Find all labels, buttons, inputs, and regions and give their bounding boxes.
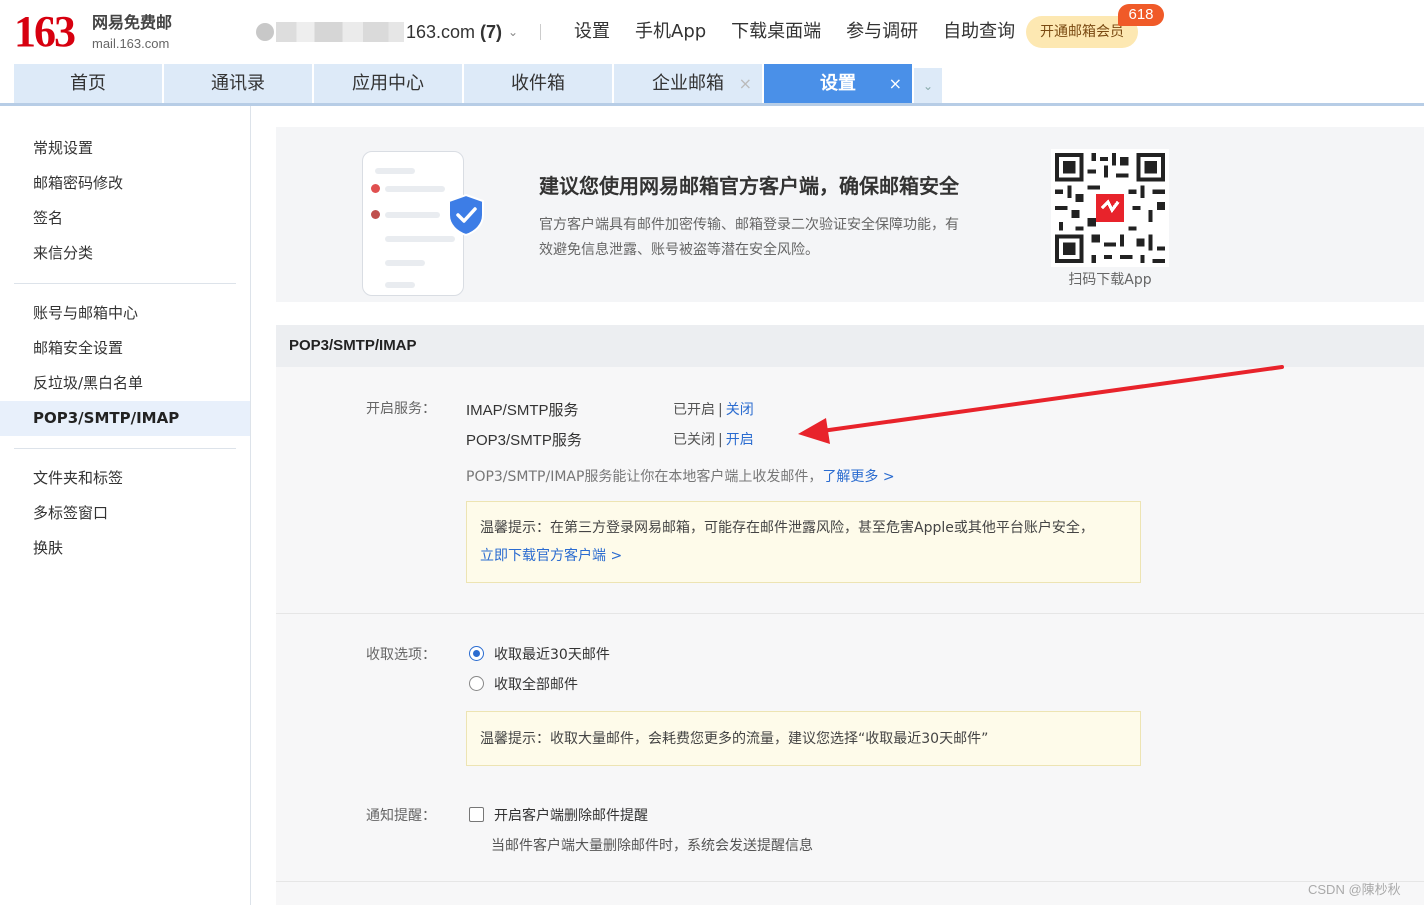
divider	[14, 448, 236, 449]
tab-label: 企业邮箱	[652, 73, 724, 94]
qr-code-image	[1051, 149, 1169, 267]
main-content: 建议您使用网易邮箱官方客户端，确保邮箱安全 官方客户端具有邮件加密传输、邮箱登录…	[276, 127, 1424, 905]
masked-account-name	[276, 22, 404, 42]
sidebar-item-spam[interactable]: 反垃圾/黑白名单	[0, 366, 250, 401]
sidebar-item-skin[interactable]: 换肤	[0, 531, 250, 566]
phone-line	[385, 186, 445, 192]
logo-text-cn: 网易免费邮	[92, 13, 173, 32]
top-header: 163 网易免费邮 mail.163.com 163.com (7) ⌄ 设置 …	[0, 0, 1424, 64]
account-switcher[interactable]: 163.com (7) ⌄	[256, 19, 542, 45]
close-icon[interactable]: ×	[739, 64, 752, 104]
sidebar-group-account: 账号与邮箱中心 邮箱安全设置 反垃圾/黑白名单 POP3/SMTP/IMAP	[0, 296, 250, 436]
client-promo-banner: 建议您使用网易邮箱官方客户端，确保邮箱安全 官方客户端具有邮件加密传输、邮箱登录…	[276, 127, 1424, 302]
pop3-service-name: POP3/SMTP服务	[466, 432, 582, 449]
tab-label: 通讯录	[211, 73, 265, 94]
nav-settings[interactable]: 设置	[574, 19, 610, 45]
tab-apps[interactable]: 应用中心	[314, 64, 462, 104]
tab-enterprise[interactable]: 企业邮箱 ×	[614, 64, 762, 104]
security-tip: 温馨提示：在第三方登录网易邮箱，可能存在邮件泄露风险，甚至危害Apple或其他平…	[466, 501, 1141, 583]
sidebar-item-multi-tab[interactable]: 多标签窗口	[0, 496, 250, 531]
phone-line	[385, 212, 440, 218]
tab-settings[interactable]: 设置 ×	[764, 64, 912, 104]
notify-option: 开启客户端删除邮件提醒	[494, 808, 648, 824]
promo-badge: 618	[1118, 4, 1164, 26]
sidebar-item-password[interactable]: 邮箱密码修改	[0, 166, 250, 201]
imap-service-status: 已开启 | 关闭	[673, 399, 754, 419]
account-domain: 163.com	[406, 21, 476, 42]
sidebar-item-folders[interactable]: 文件夹和标签	[0, 461, 250, 496]
pop3-service-status: 已关闭 | 开启	[673, 429, 754, 449]
learn-more-link[interactable]: 了解更多 >	[822, 469, 894, 485]
unread-count: (7)	[480, 21, 503, 42]
tab-label: 收件箱	[511, 73, 565, 94]
phone-line	[375, 168, 415, 174]
divider	[540, 24, 542, 40]
phone-avatar	[371, 210, 380, 219]
imap-toggle-link[interactable]: 关闭	[726, 402, 754, 418]
pop3-toggle-link[interactable]: 开启	[726, 432, 754, 448]
tip-text: 温馨提示：在第三方登录网易邮箱，可能存在邮件泄露风险，甚至危害Apple或其他平…	[480, 520, 1094, 536]
notify-checkbox[interactable]	[469, 807, 484, 822]
sidebar-item-mail-rules[interactable]: 来信分类	[0, 236, 250, 271]
nav-survey[interactable]: 参与调研	[846, 19, 918, 45]
logo-text-en: mail.163.com	[92, 36, 170, 51]
qr-caption: 扫码下载App	[1068, 272, 1152, 288]
status-text: 已关闭	[673, 432, 715, 448]
divider: |	[718, 432, 723, 448]
notify-note: 当邮件客户端大量删除邮件时，系统会发送提醒信息	[491, 838, 813, 854]
nav-mobile-app[interactable]: 手机App	[635, 19, 706, 45]
shield-check-icon	[448, 193, 484, 237]
tab-bar: 首页 通讯录 应用中心 收件箱 企业邮箱 × 设置 × ⌄	[14, 64, 942, 104]
sidebar-group-ui: 文件夹和标签 多标签窗口 换肤	[0, 461, 250, 566]
service-label: 开启服务：	[366, 401, 436, 417]
chevron-down-icon[interactable]: ⌄	[508, 25, 518, 39]
settings-section: 开启服务： IMAP/SMTP服务 已开启 | 关闭 POP3/SMTP服务 已关闭…	[276, 367, 1424, 905]
radio-fetch-all[interactable]	[469, 676, 484, 691]
sidebar-item-general[interactable]: 常规设置	[0, 131, 250, 166]
tab-inbox[interactable]: 收件箱	[464, 64, 612, 104]
chevron-down-icon[interactable]: ⌄	[914, 68, 942, 104]
nav-download-desktop[interactable]: 下载桌面端	[731, 19, 821, 45]
banner-title: 建议您使用网易邮箱官方客户端，确保邮箱安全	[539, 174, 959, 198]
banner-description: 官方客户端具有邮件加密传输、邮箱登录二次验证安全保障功能，有效避免信息泄露、账号…	[539, 217, 959, 258]
status-text: 已开启	[673, 402, 715, 418]
tip-text: 温馨提示：收取大量邮件，会耗费您更多的流量，建议您选择“收取最近30天邮件”	[480, 731, 989, 747]
phone-line	[385, 260, 425, 266]
divider	[276, 613, 1424, 614]
divider	[14, 283, 236, 284]
sidebar-item-pop3-smtp-imap[interactable]: POP3/SMTP/IMAP	[0, 401, 250, 436]
divider	[276, 881, 1424, 882]
radio-fetch-30-days[interactable]	[469, 646, 484, 661]
watermark: CSDN @陳杪秋	[1308, 882, 1401, 897]
tab-label: 首页	[70, 73, 106, 94]
service-info-text: POP3/SMTP/IMAP服务能让你在本地客户端上收发邮件，	[466, 469, 823, 485]
tab-home[interactable]: 首页	[14, 64, 162, 104]
sidebar-group-general: 常规设置 邮箱密码修改 签名 来信分类	[0, 131, 250, 271]
nav-self-service[interactable]: 自助查询	[943, 19, 1015, 45]
fetch-option-30-days: 收取最近30天邮件	[494, 647, 610, 663]
phone-line	[385, 236, 455, 242]
top-nav: 设置 手机App 下载桌面端 参与调研 自助查询	[574, 19, 1040, 45]
close-icon[interactable]: ×	[889, 64, 902, 104]
tab-label: 应用中心	[352, 73, 424, 94]
traffic-tip: 温馨提示：收取大量邮件，会耗费您更多的流量，建议您选择“收取最近30天邮件”	[466, 711, 1141, 766]
service-info: POP3/SMTP/IMAP服务能让你在本地客户端上收发邮件，了解更多 >	[466, 466, 895, 486]
sidebar-item-security[interactable]: 邮箱安全设置	[0, 331, 250, 366]
phone-avatar	[371, 184, 380, 193]
logo[interactable]: 163	[14, 8, 76, 56]
section-title: POP3/SMTP/IMAP	[276, 325, 1424, 367]
divider: |	[718, 402, 723, 418]
settings-sidebar: 常规设置 邮箱密码修改 签名 来信分类 账号与邮箱中心 邮箱安全设置 反垃圾/黑…	[0, 106, 251, 905]
tab-label: 设置	[820, 73, 856, 94]
sidebar-item-account-center[interactable]: 账号与邮箱中心	[0, 296, 250, 331]
fetch-option-all: 收取全部邮件	[494, 677, 578, 693]
tab-contacts[interactable]: 通讯录	[164, 64, 312, 104]
phone-line	[385, 282, 415, 288]
imap-service-name: IMAP/SMTP服务	[466, 402, 579, 419]
download-client-link[interactable]: 立即下载官方客户端 >	[480, 542, 1127, 570]
fetch-label: 收取选项：	[366, 647, 436, 663]
sidebar-item-signature[interactable]: 签名	[0, 201, 250, 236]
notify-label: 通知提醒：	[366, 808, 436, 824]
avatar	[256, 23, 274, 41]
